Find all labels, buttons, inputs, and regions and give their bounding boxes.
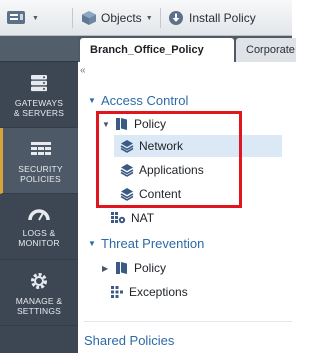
install-download-icon: [169, 11, 183, 25]
nav-manage-settings[interactable]: MANAGE & SETTINGS: [0, 260, 78, 326]
nav-label-manage: MANAGE & SETTINGS: [15, 296, 63, 316]
expand-arrow-icon[interactable]: ▶: [102, 264, 110, 273]
objects-menu-button[interactable]: Objects ▼: [81, 7, 153, 29]
nat-grid-icon: [111, 212, 126, 224]
expand-arrow-icon[interactable]: ▼: [88, 239, 96, 248]
tree-section-shared-policies[interactable]: Shared Policies: [84, 329, 174, 351]
nav-label-logs: LOGS & MONITOR: [18, 228, 60, 248]
gateways-servers-icon: [31, 75, 47, 92]
panel-divider: [84, 321, 292, 322]
main-menu-button[interactable]: ▼: [6, 7, 68, 29]
manage-settings-icon: [31, 273, 47, 289]
exceptions-dots-icon: [111, 286, 123, 298]
tree-section-access-control[interactable]: ▼ Access Control: [88, 89, 188, 111]
toolbar-divider: [72, 8, 73, 28]
nav-top-bar: [0, 36, 78, 62]
chevron-down-icon: ▼: [145, 14, 153, 22]
install-policy-button[interactable]: Install Policy: [168, 7, 256, 29]
nav-logs-monitor[interactable]: LOGS & MONITOR: [0, 194, 78, 260]
tree-section-threat-prevention[interactable]: ▼ Threat Prevention: [88, 232, 204, 254]
top-toolbar: ▼ Objects ▼ Install Policy: [0, 0, 292, 36]
shared-policies-label: Shared Policies: [84, 332, 175, 348]
nav-gateways-servers[interactable]: GATEWAYS & SERVERS: [0, 62, 78, 128]
toolbar-divider: [160, 8, 161, 28]
nav-label-security: SECURITY POLICIES: [18, 164, 63, 184]
objects-label: Objects: [101, 11, 142, 25]
nat-label: NAT: [131, 211, 155, 225]
collapse-panel-icon[interactable]: «: [80, 65, 85, 76]
policy-book-icon: [116, 262, 127, 274]
logs-monitor-icon: [28, 209, 50, 221]
tab-corporate[interactable]: Corporate: [236, 38, 296, 62]
nav-security-policies[interactable]: SECURITY POLICIES: [0, 128, 78, 194]
highlight-annotation-box: [96, 111, 242, 208]
threat-prevention-label: Threat Prevention: [101, 235, 205, 251]
tree-item-tp-policy[interactable]: ▶ Policy: [102, 257, 166, 279]
objects-cube-icon: [82, 11, 96, 25]
chevron-down-icon: ▼: [32, 14, 39, 22]
access-control-label: Access Control: [101, 92, 189, 108]
install-policy-label: Install Policy: [189, 11, 256, 25]
policy-tab-bar: Branch_Office_Policy Corporate: [78, 36, 296, 62]
left-navigation: GATEWAYS & SERVERS SECURITY POLICIES LOG…: [0, 36, 78, 353]
tab-branch-office-policy[interactable]: Branch_Office_Policy: [80, 38, 234, 62]
tree-item-nat[interactable]: NAT: [110, 207, 154, 229]
exceptions-label: Exceptions: [129, 285, 188, 299]
security-policies-icon: [30, 142, 51, 155]
app-menu-icon: [7, 11, 25, 24]
tree-item-exceptions[interactable]: Exceptions: [110, 281, 188, 303]
tp-policy-label: Policy: [134, 261, 167, 275]
expand-arrow-icon[interactable]: ▼: [88, 96, 96, 105]
nav-label-gateways: GATEWAYS & SERVERS: [13, 98, 65, 118]
